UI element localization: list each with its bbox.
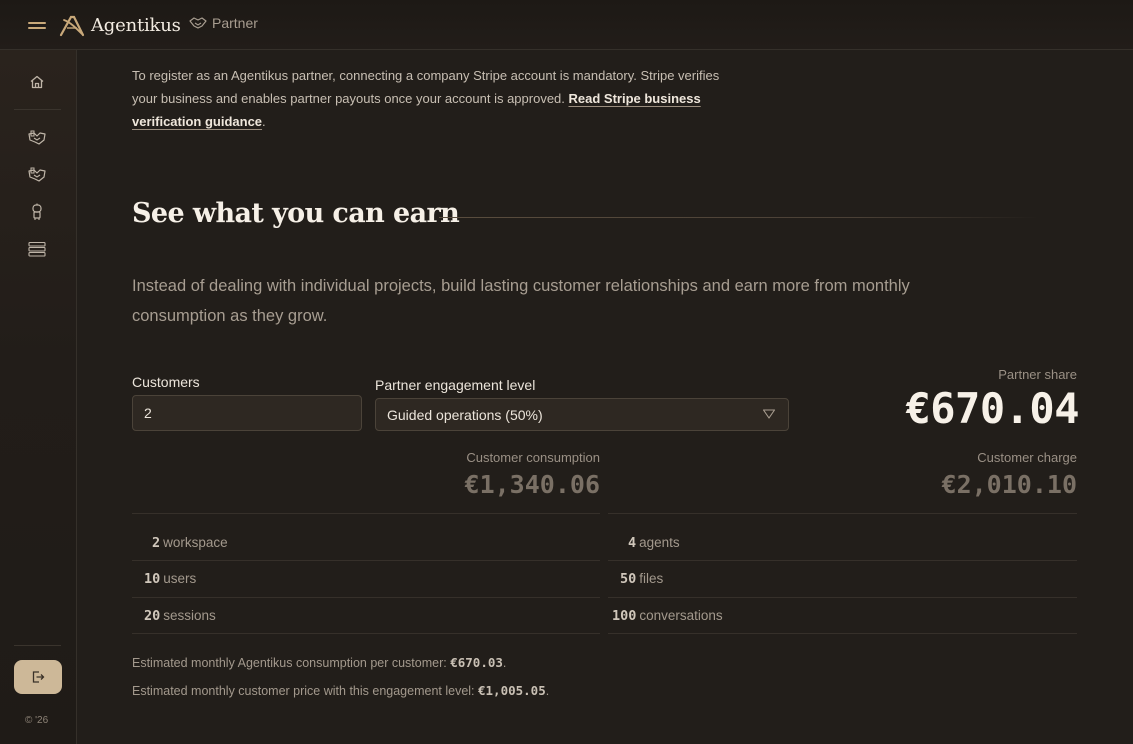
sidebar-divider [14, 109, 61, 110]
sidebar-divider [14, 645, 61, 646]
customers-input[interactable]: 2 [132, 395, 362, 431]
section-lead: Instead of dealing with individual proje… [132, 277, 910, 325]
grid-divider [608, 560, 1077, 561]
consumption-note: Estimated monthly Agentikus consumption … [132, 655, 507, 670]
partner-share-label: Partner share [998, 367, 1077, 382]
engagement-label: Partner engagement level [375, 377, 536, 393]
main-content: To register as an Agentikus partner, con… [77, 50, 1133, 744]
breakdown-sessions: 20 sessions [144, 608, 216, 624]
partner-share-value: €670.04 [905, 384, 1079, 433]
grid-divider [132, 633, 600, 634]
grid-divider [132, 597, 600, 598]
handshake-icon[interactable] [27, 165, 47, 185]
stripe-intro-text: To register as an Agentikus partner, con… [132, 64, 732, 133]
brand-name: Agentikus [91, 14, 181, 36]
logout-button[interactable] [14, 660, 62, 694]
home-icon[interactable] [27, 72, 47, 92]
breakdown-users: 10 users [144, 571, 197, 587]
breadcrumb[interactable]: Partner [189, 15, 258, 31]
chevron-down-icon [762, 409, 776, 419]
handshake-icon [189, 17, 207, 29]
robot-icon[interactable] [27, 202, 47, 222]
customers-label: Customers [132, 374, 200, 390]
customer-charge-value: €2,010.10 [941, 470, 1077, 499]
breakdown-agents: 4 agents [628, 535, 680, 551]
price-note: Estimated monthly customer price with th… [132, 683, 550, 698]
engagement-select[interactable]: Guided operations (50%) [375, 398, 789, 431]
breakdown-conversations: 100 conversations [612, 608, 723, 624]
customers-input-value: 2 [144, 405, 152, 421]
engagement-select-value: Guided operations (50%) [387, 406, 543, 423]
handshake-icon[interactable] [27, 128, 47, 148]
customer-consumption-label: Customer consumption [466, 450, 600, 465]
stack-icon[interactable] [27, 239, 47, 259]
grid-divider [132, 513, 600, 514]
title-divider [439, 217, 1039, 218]
menu-icon[interactable] [26, 17, 48, 33]
breakdown-workspace: 2 workspace [152, 535, 228, 551]
brand-logo[interactable]: Agentikus [58, 12, 181, 38]
customer-charge-label: Customer charge [977, 450, 1077, 465]
section-title: See what you can earn [132, 198, 460, 229]
intro-period: . [262, 114, 266, 129]
sidebar: © '26 [0, 50, 77, 744]
top-bar: Agentikus Partner [0, 0, 1133, 50]
copyright: © '26 [25, 715, 49, 726]
grid-divider [608, 597, 1077, 598]
breakdown-files: 50 files [620, 571, 664, 587]
grid-divider [132, 560, 600, 561]
customer-consumption-value: €1,340.06 [464, 470, 600, 499]
grid-divider [608, 633, 1077, 634]
agentikus-logo-icon [59, 15, 85, 37]
grid-divider [608, 513, 1077, 514]
logout-icon [32, 671, 45, 683]
breadcrumb-label: Partner [212, 15, 258, 31]
